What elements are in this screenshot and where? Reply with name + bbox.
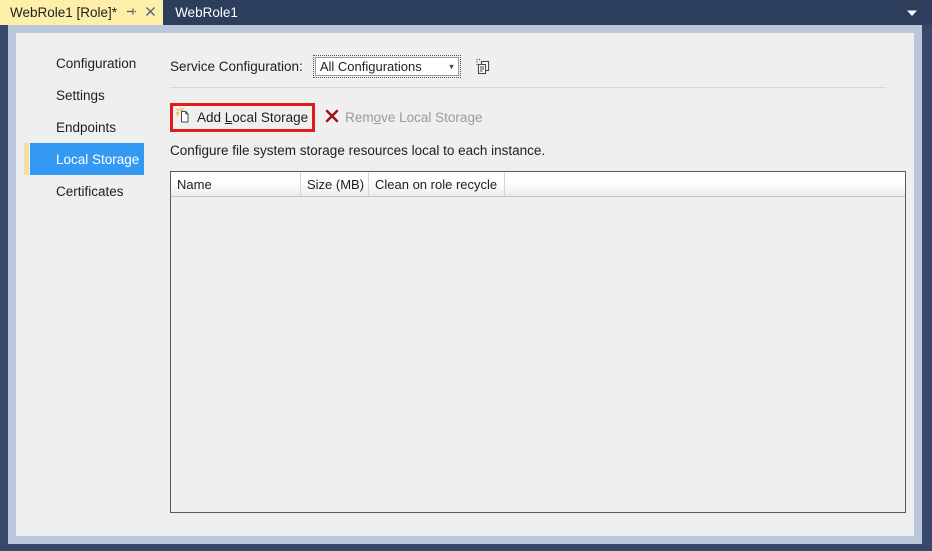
- grid-column-header-name[interactable]: Name: [171, 172, 301, 196]
- sidebar-item-label: Endpoints: [56, 119, 117, 135]
- sidebar-item-configuration[interactable]: Configuration: [30, 47, 144, 79]
- remove-local-storage-label: Remove Local Storage: [345, 110, 483, 125]
- visual-studio-document-window: WebRole1 [Role]* WebRole1 Configuration …: [0, 0, 932, 551]
- accelerator-key: o: [373, 110, 382, 125]
- sidebar-item-label: Local Storage: [56, 151, 140, 167]
- grid-header-row: Name Size (MB) Clean on role recycle: [171, 172, 905, 197]
- add-local-storage-label: Add Local Storage: [197, 110, 309, 125]
- sidebar-item-label: Certificates: [56, 183, 124, 199]
- remove-x-icon: [325, 109, 339, 126]
- tab-webrole1[interactable]: WebRole1: [163, 0, 258, 25]
- service-configuration-row: Service Configuration: All Configuration…: [170, 55, 493, 78]
- grid-column-label: Size (MB): [307, 176, 365, 192]
- pin-icon[interactable]: [126, 6, 137, 19]
- grid-column-header-filler: [505, 172, 905, 196]
- pane-description: Configure file system storage resources …: [170, 143, 546, 158]
- sidebar-item-label: Settings: [56, 87, 105, 103]
- local-storage-toolbar: Add Local Storage Remove Local Storage: [170, 103, 482, 132]
- tab-label: WebRole1 [Role]*: [10, 5, 118, 20]
- section-divider: [170, 87, 886, 88]
- sidebar-item-endpoints[interactable]: Endpoints: [30, 111, 144, 143]
- service-configuration-label: Service Configuration:: [170, 59, 303, 74]
- chevron-down-icon[interactable]: [901, 0, 923, 25]
- service-configuration-dropdown[interactable]: All Configurations ▾: [312, 55, 461, 78]
- tab-label: WebRole1: [175, 5, 238, 20]
- close-icon[interactable]: [145, 6, 156, 19]
- local-storage-pane: Service Configuration: All Configuration…: [156, 33, 914, 536]
- add-local-storage-button[interactable]: Add Local Storage: [170, 103, 316, 132]
- sidebar-item-settings[interactable]: Settings: [30, 79, 144, 111]
- local-storage-grid[interactable]: Name Size (MB) Clean on role recycle: [170, 171, 906, 513]
- copy-configuration-icon[interactable]: [473, 57, 493, 77]
- sidebar-item-label: Configuration: [56, 55, 137, 71]
- grid-column-header-size[interactable]: Size (MB): [301, 172, 369, 196]
- sidebar-item-certificates[interactable]: Certificates: [30, 175, 144, 207]
- grid-column-label: Clean on role recycle: [375, 176, 498, 192]
- sidebar-list: Configuration Settings Endpoints Local S…: [16, 33, 156, 207]
- grid-column-header-clean-on-role-recycle[interactable]: Clean on role recycle: [369, 172, 505, 196]
- sidebar-item-local-storage[interactable]: Local Storage: [24, 143, 144, 175]
- remove-local-storage-button[interactable]: Remove Local Storage: [325, 109, 482, 126]
- document-tab-strip: WebRole1 [Role]* WebRole1: [0, 0, 932, 25]
- grid-body[interactable]: [171, 197, 905, 512]
- grid-column-label: Name: [177, 176, 212, 192]
- document-frame: Configuration Settings Endpoints Local S…: [8, 25, 922, 544]
- service-configuration-select[interactable]: All Configurations: [314, 57, 459, 76]
- tab-webrole1-role[interactable]: WebRole1 [Role]*: [0, 0, 164, 25]
- role-designer-sidebar: Configuration Settings Endpoints Local S…: [16, 33, 156, 536]
- role-designer-surface: Configuration Settings Endpoints Local S…: [16, 33, 914, 536]
- add-local-storage-icon: [175, 107, 192, 127]
